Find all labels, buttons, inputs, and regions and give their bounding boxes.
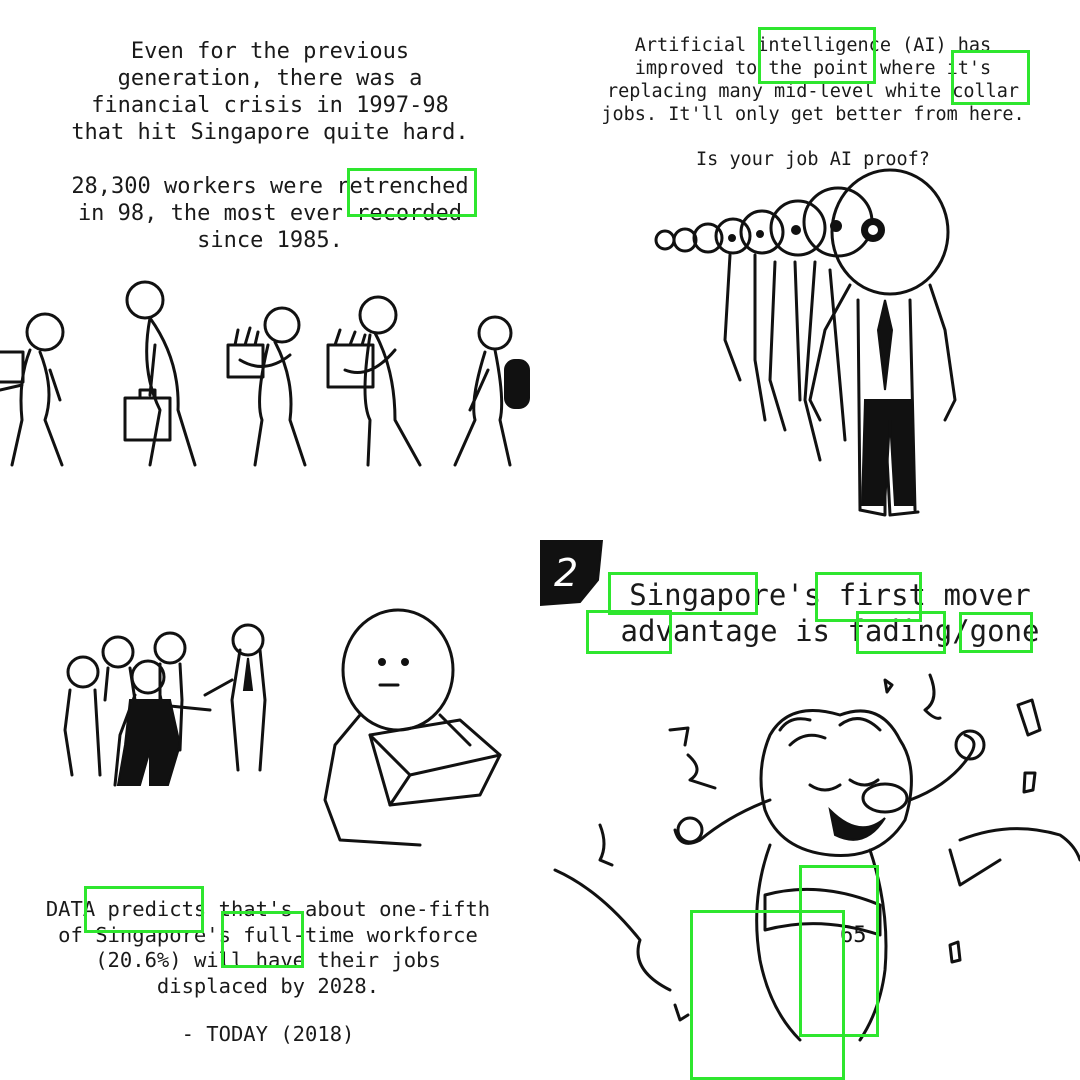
text-line: generation, there was a <box>117 66 423 91</box>
highlight-box-merlion-body <box>690 910 845 1080</box>
highlight-box-advantage <box>586 610 672 654</box>
panel-displacement <box>0 540 540 1080</box>
crisis-text-block: Even for the previous generation, there … <box>0 38 540 254</box>
highlight-box-retrenched <box>347 168 477 217</box>
text-line: financial crisis in 1997-98 <box>91 93 449 118</box>
text-line: jobs. It'll only get better from here. <box>601 104 1025 125</box>
highlight-box-full-have <box>221 911 304 968</box>
highlight-box-gone <box>959 612 1033 653</box>
panel-financial-crisis: Even for the previous generation, there … <box>0 0 540 540</box>
section-number-badge: 2 <box>554 551 578 595</box>
source-citation: - TODAY (2018) <box>181 1022 355 1046</box>
highlight-box-singapore <box>608 572 758 615</box>
text-line: since 1985. <box>197 228 343 253</box>
highlight-box-its-collar <box>951 50 1030 105</box>
text-line: Even for the previous <box>130 39 410 64</box>
office-group-illustration <box>63 608 502 847</box>
highlight-box-fading <box>856 611 946 654</box>
highlight-box-predicts <box>84 886 204 933</box>
text-line: that hit Singapore quite hard. <box>71 120 469 145</box>
ai-proof-question: Is your job AI proof? <box>696 149 930 170</box>
highlight-box-intelligence <box>758 27 876 84</box>
text-line: displaced by 2028. <box>156 973 380 998</box>
